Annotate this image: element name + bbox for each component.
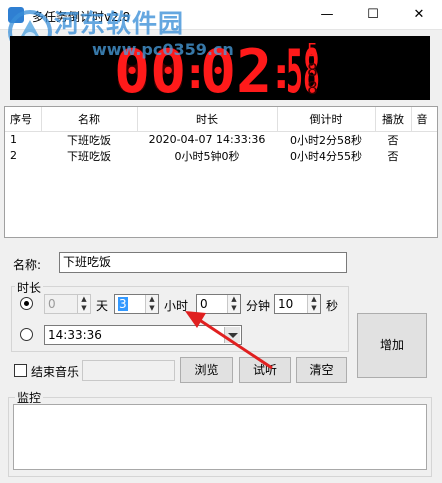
minimize-button[interactable]: — xyxy=(304,0,350,30)
minutes-spin-buttons[interactable]: ▲ ▼ xyxy=(227,295,240,313)
seconds-spin-buttons[interactable]: ▲ ▼ xyxy=(307,295,320,313)
duration-mode-radio[interactable] xyxy=(20,297,33,310)
days-spin-buttons[interactable]: ▲ ▼ xyxy=(77,295,90,313)
days-stepper[interactable]: 0 ▲ ▼ xyxy=(44,294,91,314)
minutes-stepper[interactable]: 0 ▲ ▼ xyxy=(196,294,241,314)
table-cell: 下班吃饭 xyxy=(67,149,111,163)
duration-group-label: 时长 xyxy=(15,279,44,296)
column-header[interactable]: 倒计时 xyxy=(277,107,376,132)
name-input[interactable]: 下班吃饭 xyxy=(59,252,347,273)
table-cell: 2020-04-07 14:33:36 xyxy=(148,133,266,146)
table-cell: 2 xyxy=(10,149,17,162)
hours-value: 3 xyxy=(118,297,128,311)
table-cell: 0小时4分55秒 xyxy=(290,149,362,163)
seconds-value: 10 xyxy=(278,297,294,311)
table-cell: 否 xyxy=(387,149,399,163)
clock-small-dim-2: 8 xyxy=(307,78,318,96)
name-label: 名称: xyxy=(13,258,42,272)
table-cell: 否 xyxy=(387,133,399,147)
seconds-unit-label: 秒 xyxy=(326,299,339,313)
table-header-row: 序号 名称 时长 倒计时 播放 音 xyxy=(5,107,437,132)
column-header[interactable]: 序号 xyxy=(5,107,42,132)
hours-spin-buttons[interactable]: ▲ ▼ xyxy=(145,295,158,313)
column-header[interactable]: 名称 xyxy=(41,107,138,132)
monitor-log[interactable] xyxy=(13,404,427,470)
clock-small-digits: 5 8 8 xyxy=(307,40,318,96)
browse-button[interactable]: 浏览 xyxy=(180,357,233,383)
days-unit-label: 天 xyxy=(96,299,109,313)
close-button[interactable]: ✕ xyxy=(396,0,442,30)
minutes-value: 0 xyxy=(200,297,208,311)
table-cell xyxy=(411,131,437,148)
clock-small-seconds: 5 xyxy=(307,40,318,61)
watermark-url: www.pc0359.cn xyxy=(92,40,234,59)
days-value: 0 xyxy=(48,297,56,311)
end-music-label: 结束音乐 xyxy=(31,365,80,379)
chevron-down-icon[interactable] xyxy=(224,327,240,343)
clear-button[interactable]: 清空 xyxy=(296,357,347,383)
table-cell xyxy=(411,148,437,164)
table-cell: 1 xyxy=(10,133,17,146)
table-row[interactable]: 2 下班吃饭 0小时5钟0秒 0小时4分55秒 否 xyxy=(5,148,437,164)
hours-stepper[interactable]: 3 ▲ ▼ xyxy=(114,294,159,314)
minutes-unit-label: 分钟 xyxy=(246,299,271,313)
column-header[interactable]: 时长 xyxy=(137,107,278,132)
end-music-checkbox[interactable] xyxy=(14,364,27,377)
table-cell: 0小时5钟0秒 xyxy=(174,149,240,163)
end-music-input[interactable] xyxy=(82,360,175,381)
task-list[interactable]: 序号 名称 时长 倒计时 播放 音 1 下班吃饭 2020-04-07 14:3… xyxy=(4,106,438,238)
task-table: 序号 名称 时长 倒计时 播放 音 1 下班吃饭 2020-04-07 14:3… xyxy=(5,107,437,164)
table-cell: 下班吃饭 xyxy=(67,133,111,147)
seconds-stepper[interactable]: 10 ▲ ▼ xyxy=(274,294,321,314)
datetime-value: 14:33:36 xyxy=(48,328,102,342)
hours-unit-label: 小时 xyxy=(164,299,189,313)
maximize-button[interactable]: ☐ xyxy=(350,0,396,30)
datetime-mode-radio[interactable] xyxy=(20,328,33,341)
watermark-site-name: 河东软件园 xyxy=(54,9,185,38)
table-cell: 0小时2分58秒 xyxy=(290,133,362,147)
table-row[interactable]: 1 下班吃饭 2020-04-07 14:33:36 0小时2分58秒 否 xyxy=(5,131,437,148)
column-header[interactable]: 音 xyxy=(411,107,437,132)
datetime-picker[interactable]: 14:33:36 xyxy=(44,325,242,345)
column-header[interactable]: 播放 xyxy=(375,107,412,132)
listen-button[interactable]: 试听 xyxy=(239,357,291,383)
add-button[interactable]: 增加 xyxy=(357,313,427,378)
